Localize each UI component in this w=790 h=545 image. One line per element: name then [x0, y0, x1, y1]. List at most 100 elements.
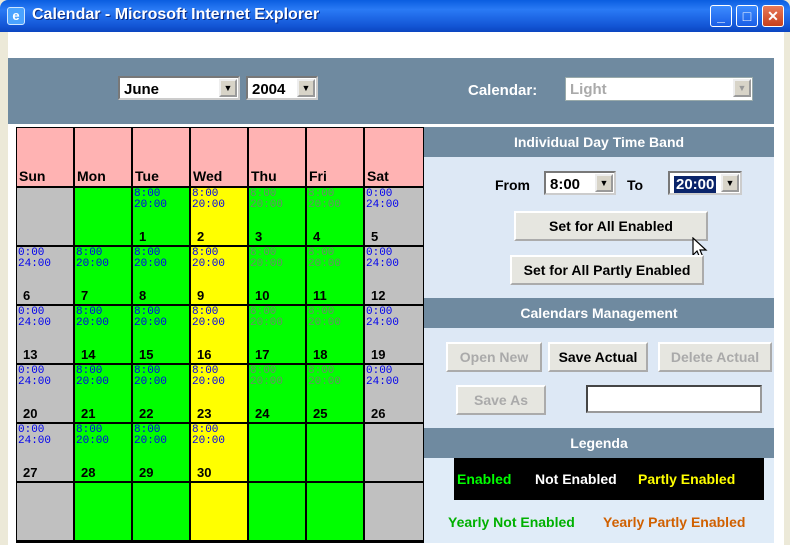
browser-window: e Calendar - Microsoft Internet Explorer… — [0, 0, 790, 545]
chevron-down-icon[interactable]: ▼ — [219, 79, 237, 97]
time-band-text: 8:00 20:00 — [192, 188, 226, 211]
day-number: 5 — [371, 229, 379, 244]
weekday-label: Thu — [251, 168, 277, 184]
day-number: 12 — [371, 288, 386, 303]
calendar-day-cell[interactable] — [16, 187, 74, 246]
weekday-label: Fri — [309, 168, 327, 184]
calendar-day-cell[interactable] — [364, 482, 424, 541]
chevron-down-icon[interactable]: ▼ — [721, 174, 739, 192]
calendar-day-cell[interactable]: 0:00 24:00 5 — [364, 187, 424, 246]
month-year-bar: June ▼ 2004 ▼ — [8, 58, 414, 124]
calendar-day-cell[interactable]: 8:00 20:00 11 — [306, 246, 364, 305]
calendar-day-cell[interactable]: 8:00 20:00 25 — [306, 364, 364, 423]
save-actual-button[interactable]: Save Actual — [548, 342, 648, 372]
time-band-text: 8:00 20:00 — [308, 365, 342, 388]
calendar-day-cell[interactable]: 8:00 20:00 29 — [132, 423, 190, 482]
weekday-header: Sun — [16, 127, 74, 187]
legend-header: Legenda — [424, 428, 774, 458]
calendar-select[interactable]: Light ▼ — [565, 77, 753, 101]
set-all-partly-enabled-button[interactable]: Set for All Partly Enabled — [510, 255, 704, 285]
weekday-label: Mon — [77, 168, 106, 184]
chevron-down-icon[interactable]: ▼ — [733, 79, 751, 97]
calendar-day-cell[interactable]: 8:00 20:00 24 — [248, 364, 306, 423]
calendar-day-cell[interactable]: 0:00 24:00 19 — [364, 305, 424, 364]
calendar-day-cell[interactable]: 8:00 20:00 2 — [190, 187, 248, 246]
day-number: 30 — [197, 465, 212, 480]
open-new-button[interactable]: Open New — [446, 342, 542, 372]
close-icon[interactable]: ✕ — [762, 5, 784, 27]
calendar-day-cell[interactable]: 8:00 20:00 3 — [248, 187, 306, 246]
save-as-button[interactable]: Save As — [456, 385, 546, 415]
time-band-text: 8:00 20:00 — [134, 424, 168, 447]
chevron-down-icon[interactable]: ▼ — [297, 79, 315, 97]
day-number: 28 — [81, 465, 96, 480]
day-number: 20 — [23, 406, 38, 421]
time-band-text: 8:00 20:00 — [308, 188, 342, 211]
calendars-management-header: Calendars Management — [424, 298, 774, 328]
calendar-day-cell[interactable] — [74, 187, 132, 246]
set-all-enabled-button[interactable]: Set for All Enabled — [514, 211, 708, 241]
year-select[interactable]: 2004 ▼ — [246, 76, 318, 100]
chevron-down-icon[interactable]: ▼ — [595, 174, 613, 192]
day-number: 14 — [81, 347, 96, 362]
legend-yearly-not-enabled: Yearly Not Enabled — [448, 514, 575, 530]
calendar-day-cell[interactable]: 8:00 20:00 28 — [74, 423, 132, 482]
calendar-day-cell[interactable]: 0:00 24:00 20 — [16, 364, 74, 423]
calendar-day-cell[interactable] — [74, 482, 132, 541]
day-number: 8 — [139, 288, 147, 303]
day-number: 2 — [197, 229, 205, 244]
calendar-day-cell[interactable]: 0:00 24:00 12 — [364, 246, 424, 305]
from-select[interactable]: 8:00 ▼ — [544, 171, 616, 195]
calendar-day-cell[interactable]: 0:00 24:00 13 — [16, 305, 74, 364]
calendar-day-cell[interactable] — [364, 423, 424, 482]
calendar-day-cell[interactable]: 8:00 20:00 7 — [74, 246, 132, 305]
to-select[interactable]: 20:00 ▼ — [668, 171, 742, 195]
calendar-day-cell[interactable] — [248, 482, 306, 541]
day-number: 18 — [313, 347, 328, 362]
save-as-input[interactable] — [586, 385, 762, 413]
calendar-grid: Sun Mon Tue Wed Thu Fri Sat 8:00 20:00 1 8:00 20:… — [16, 127, 424, 543]
maximize-icon[interactable]: □ — [736, 5, 758, 27]
calendar-day-cell[interactable]: 8:00 20:00 1 — [132, 187, 190, 246]
calendar-day-cell[interactable]: 8:00 20:00 15 — [132, 305, 190, 364]
calendar-day-cell[interactable]: 8:00 20:00 4 — [306, 187, 364, 246]
calendar-day-cell[interactable] — [306, 482, 364, 541]
time-band-text: 8:00 20:00 — [192, 306, 226, 329]
delete-actual-button[interactable]: Delete Actual — [658, 342, 772, 372]
calendar-day-cell[interactable]: 8:00 20:00 16 — [190, 305, 248, 364]
time-band-text: 8:00 20:00 — [76, 247, 110, 270]
calendar-day-cell[interactable]: 8:00 20:00 30 — [190, 423, 248, 482]
calendar-day-cell[interactable] — [190, 482, 248, 541]
calendar-day-cell[interactable]: 0:00 24:00 26 — [364, 364, 424, 423]
ie-icon: e — [7, 7, 25, 25]
day-number: 11 — [313, 288, 327, 303]
calendar-day-cell[interactable]: 0:00 24:00 27 — [16, 423, 74, 482]
calendars-management-section: Open New Save Actual Delete Actual Save … — [424, 328, 774, 428]
time-band-section: From 8:00 ▼ To 20:00 ▼ Set for All Enabl… — [424, 157, 774, 298]
time-band-text: 8:00 20:00 — [134, 247, 168, 270]
day-number: 10 — [255, 288, 270, 303]
calendar-day-cell[interactable]: 8:00 20:00 21 — [74, 364, 132, 423]
calendar-day-cell[interactable] — [248, 423, 306, 482]
calendar-day-cell[interactable]: 0:00 24:00 6 — [16, 246, 74, 305]
month-select[interactable]: June ▼ — [118, 76, 240, 100]
calendar-day-cell[interactable] — [306, 423, 364, 482]
calendar-day-cell[interactable]: 8:00 20:00 14 — [74, 305, 132, 364]
calendar-day-cell[interactable]: 8:00 20:00 22 — [132, 364, 190, 423]
legend-partly-enabled: Partly Enabled — [638, 471, 736, 487]
minimize-icon[interactable]: _ — [710, 5, 732, 27]
calendar-label: Calendar: — [468, 82, 538, 99]
weekday-header: Sat — [364, 127, 424, 187]
calendar-day-cell[interactable]: 8:00 20:00 17 — [248, 305, 306, 364]
day-number: 1 — [139, 229, 147, 244]
calendar-day-cell[interactable] — [16, 482, 74, 541]
calendar-day-cell[interactable]: 8:00 20:00 10 — [248, 246, 306, 305]
calendar-day-cell[interactable]: 8:00 20:00 9 — [190, 246, 248, 305]
calendar-day-cell[interactable] — [132, 482, 190, 541]
time-band-text: 0:00 24:00 — [18, 424, 52, 447]
weekday-label: Wed — [193, 168, 223, 184]
time-band-text: 8:00 20:00 — [250, 188, 284, 211]
calendar-day-cell[interactable]: 8:00 20:00 8 — [132, 246, 190, 305]
calendar-day-cell[interactable]: 8:00 20:00 23 — [190, 364, 248, 423]
calendar-day-cell[interactable]: 8:00 20:00 18 — [306, 305, 364, 364]
